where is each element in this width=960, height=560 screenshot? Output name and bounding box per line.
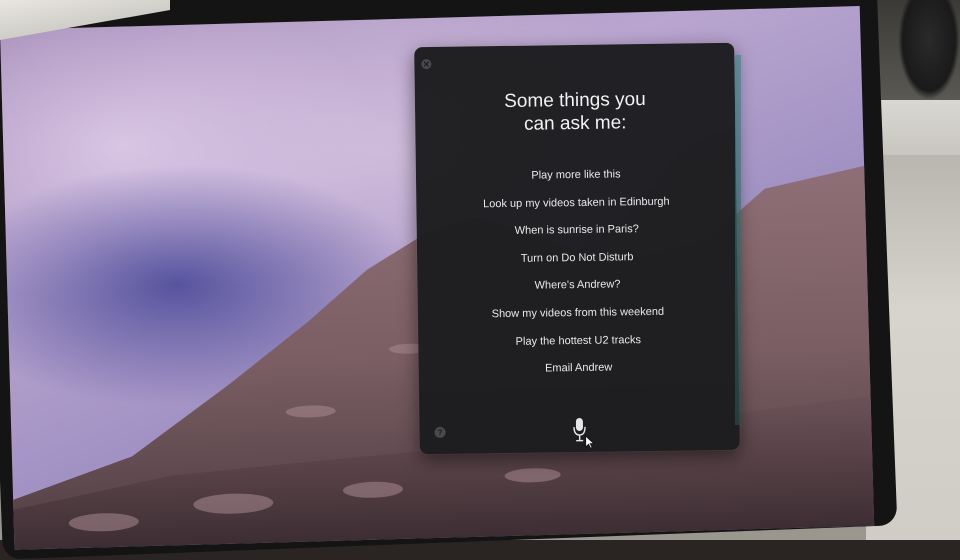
- window-edge-highlight: [735, 55, 741, 425]
- cursor-icon: [585, 434, 595, 449]
- help-icon: ?: [437, 427, 443, 437]
- suggestion-item[interactable]: Where's Andrew?: [417, 270, 737, 302]
- suggestion-item[interactable]: Play the hottest U2 tracks: [418, 325, 738, 357]
- suggestion-item[interactable]: Look up my videos taken in Edinburgh: [416, 187, 736, 219]
- close-button[interactable]: [421, 59, 432, 70]
- siri-title-line-2: can ask me:: [523, 112, 627, 135]
- suggestion-item[interactable]: When is sunrise in Paris?: [417, 215, 737, 247]
- suggestion-item[interactable]: Show my videos from this weekend: [418, 298, 738, 330]
- close-icon: [423, 61, 430, 67]
- siri-title: Some things you can ask me:: [415, 87, 736, 137]
- suggestion-item[interactable]: Email Andrew: [419, 353, 739, 385]
- suggestion-item[interactable]: Play more like this: [416, 160, 736, 192]
- siri-suggestions-panel: Some things you can ask me: Play more li…: [414, 42, 740, 455]
- shelf-figurine: [898, 0, 960, 100]
- suggestion-list: Play more like this Look up my videos ta…: [416, 160, 739, 385]
- help-button[interactable]: ?: [434, 426, 446, 439]
